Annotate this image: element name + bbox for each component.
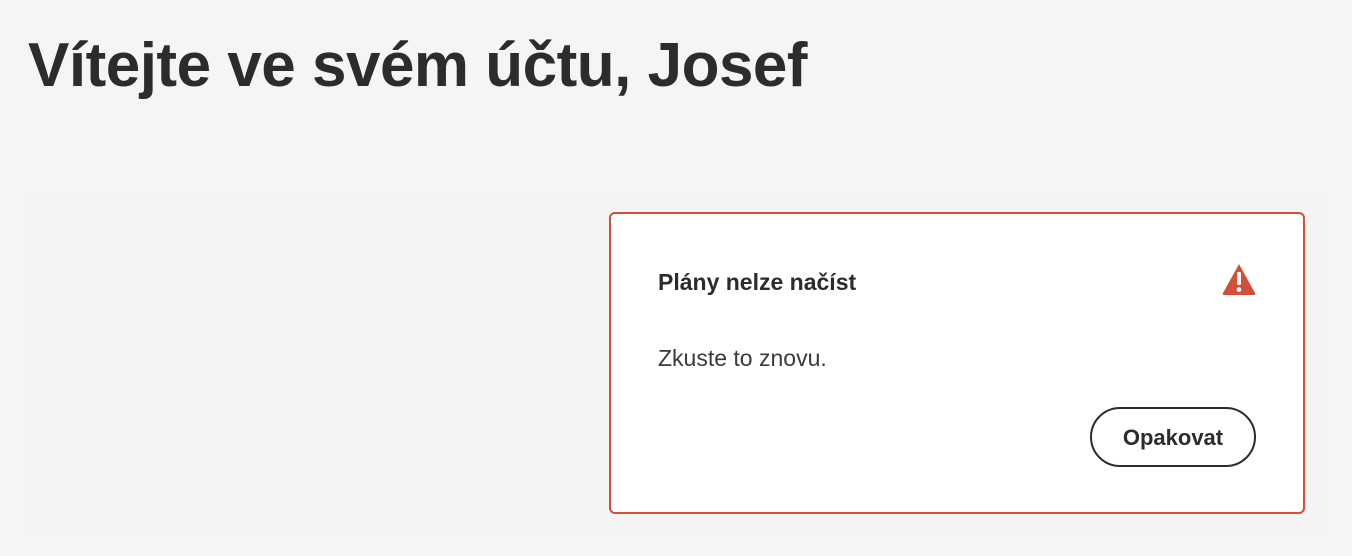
page-title: Vítejte ve svém účtu, Josef	[28, 31, 808, 100]
warning-icon	[1222, 264, 1256, 295]
error-message: Zkuste to znovu.	[658, 345, 827, 371]
retry-button[interactable]: Opakovat	[1090, 407, 1256, 467]
error-title: Plány nelze načíst	[658, 269, 857, 295]
plans-error-card: Plány nelze načíst Zkuste to znovu. Opak…	[609, 212, 1305, 514]
